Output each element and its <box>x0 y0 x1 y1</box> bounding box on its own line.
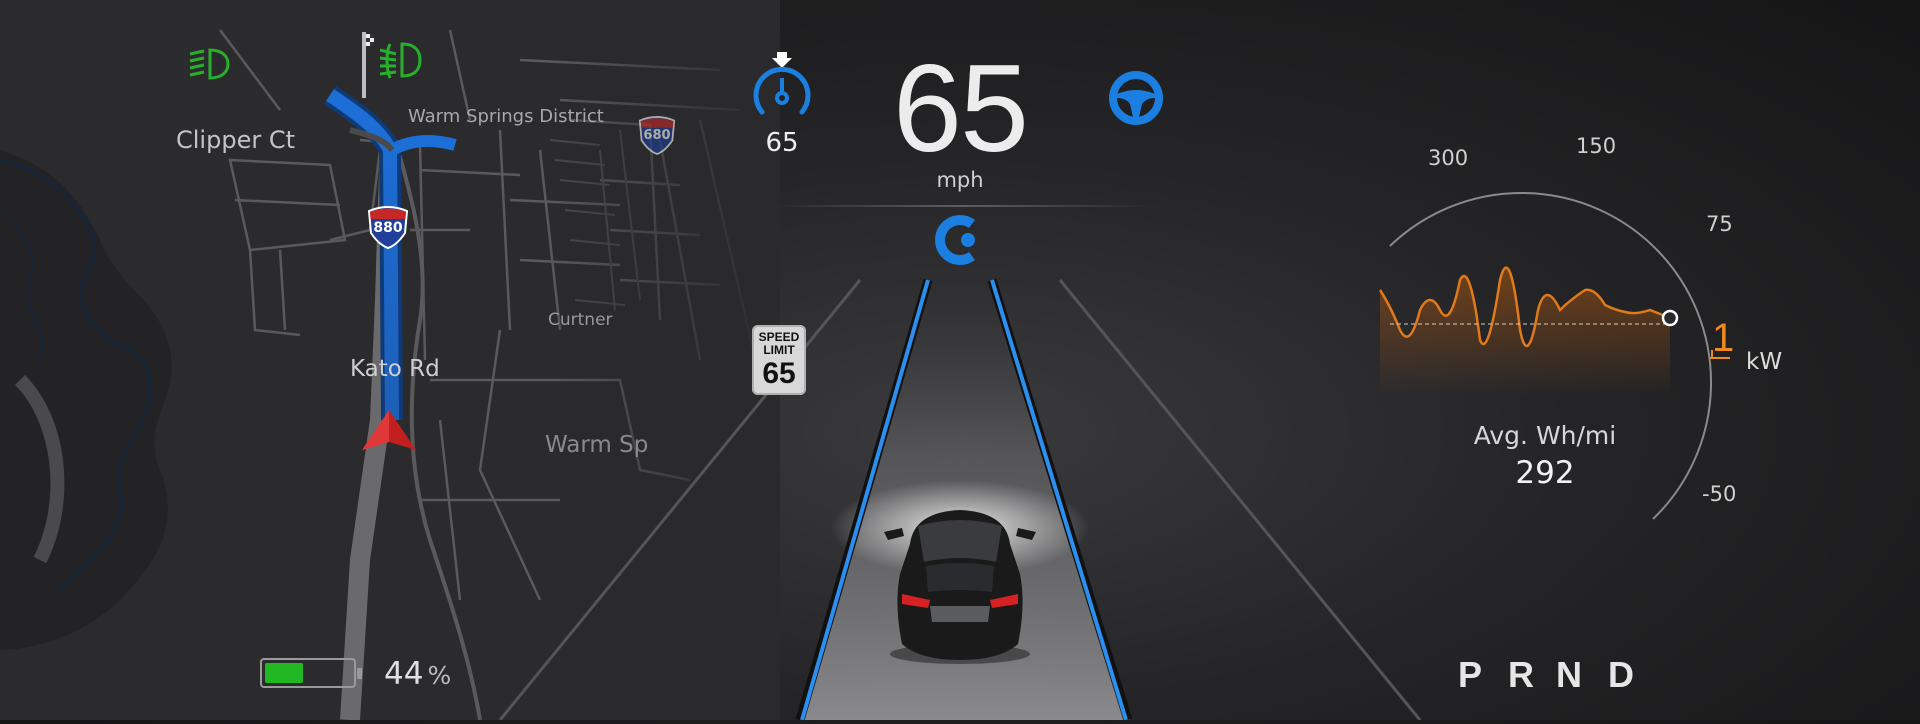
steering-wheel-icon <box>1106 68 1166 132</box>
headlight-icon <box>186 46 232 86</box>
checkered-flag-icon <box>358 32 374 102</box>
speed-limit-sign: SPEED LIMIT 65 <box>752 325 806 395</box>
battery-gauge <box>260 658 362 688</box>
shield-680-number: 680 <box>643 128 671 143</box>
gear-n: N <box>1556 654 1582 695</box>
shield-880-number: 880 <box>373 220 403 236</box>
map-label-clipper-ct: Clipper Ct <box>176 126 295 154</box>
battery-percent: 44% <box>384 656 451 692</box>
map-label-warm-springs-district: Warm Springs District <box>408 106 604 127</box>
autopilot-icon <box>930 212 990 272</box>
power-tick-75: 75 <box>1706 212 1733 236</box>
battery-percent-value: 44 <box>384 656 424 692</box>
gear-d: D <box>1608 654 1634 695</box>
battery-percent-unit: % <box>427 661 452 690</box>
map-label-kato-rd: Kato Rd <box>350 356 440 382</box>
avg-consumption-value: 292 <box>1515 455 1575 491</box>
battery-terminal <box>357 668 362 679</box>
power-current-kw: 1 <box>1712 316 1735 360</box>
speed-unit: mph <box>936 168 984 192</box>
power-tick-minus-50: -50 <box>1702 482 1737 506</box>
header-divider <box>772 205 1152 207</box>
vehicle-icon <box>880 504 1040 668</box>
power-tick-300: 300 <box>1428 146 1469 170</box>
speed-limit-value: 65 <box>762 357 796 390</box>
power-kw-unit: kW <box>1746 349 1783 375</box>
gear-r: R <box>1508 654 1534 695</box>
speed-limit-line2: LIMIT <box>763 343 795 357</box>
current-speed: 65 <box>893 40 1029 178</box>
battery-fill <box>265 663 303 683</box>
gear-p: P <box>1458 654 1483 695</box>
cruise-speed-icon <box>752 50 812 124</box>
avg-consumption-label: Avg. Wh/mi <box>1473 421 1617 450</box>
fog-light-icon <box>376 38 424 88</box>
power-tick-150: 150 <box>1576 134 1617 158</box>
cruise-set-speed: 65 <box>765 128 799 158</box>
